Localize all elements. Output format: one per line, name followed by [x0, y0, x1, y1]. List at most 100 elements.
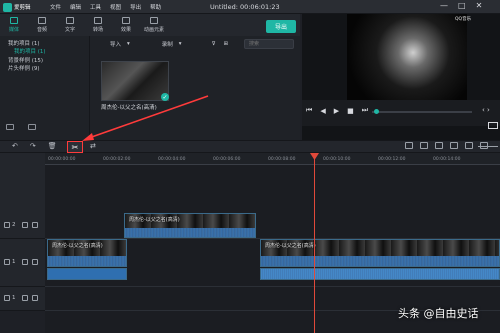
tab-media[interactable]: 媒体: [0, 14, 28, 36]
window-controls: — □ ✕: [440, 1, 482, 11]
speaker-icon[interactable]: [32, 295, 38, 301]
zoom-slider[interactable]: [478, 146, 498, 147]
search-field[interactable]: [244, 39, 294, 49]
eye-icon[interactable]: [32, 222, 38, 228]
menu-view[interactable]: 视图: [110, 3, 121, 11]
sidebar-item-my-project-sub[interactable]: 我的项目 (1): [14, 47, 46, 55]
tab-effects[interactable]: 效果: [112, 14, 140, 36]
preview-scrubber[interactable]: [372, 111, 472, 113]
voiceover-icon[interactable]: [435, 142, 443, 149]
tab-label: 转场: [92, 27, 103, 33]
adjust-icon[interactable]: ⇄: [90, 142, 96, 150]
playback-controls: ⏮ ◀ ▶ ■ ⏭: [306, 106, 368, 115]
close-icon[interactable]: ✕: [476, 1, 483, 11]
track-lane-video-2[interactable]: [45, 213, 500, 239]
stop-icon[interactable]: ■: [347, 107, 354, 115]
record-dropdown[interactable]: 录制: [162, 40, 173, 48]
app-logo: 爱剪辑: [3, 2, 39, 12]
sidebar-item-my-project[interactable]: 我的项目 (1): [8, 39, 40, 47]
clip-title: 周杰伦-以父之名(高清): [52, 243, 103, 249]
shield-icon[interactable]: [405, 142, 413, 149]
split-button[interactable]: ✂: [67, 141, 83, 153]
scrubber-handle[interactable]: [374, 109, 379, 114]
ruler-tick: 00:00:08:00: [268, 157, 296, 162]
ruler-tick: 00:00:10:00: [323, 157, 351, 162]
playhead-line[interactable]: [314, 156, 315, 333]
folder-icon[interactable]: [28, 124, 36, 130]
sidebar-item-intros[interactable]: 片头样例 (9): [8, 64, 40, 72]
tab-elements[interactable]: 动画元素: [140, 14, 168, 36]
track-number: 1: [12, 295, 16, 301]
step-back-icon[interactable]: ◀: [320, 107, 325, 115]
import-dropdown[interactable]: 导入: [110, 40, 121, 48]
search-input[interactable]: [245, 40, 293, 48]
eye-icon[interactable]: [32, 259, 38, 265]
lock-icon[interactable]: [22, 222, 28, 228]
menu-bar: 文件 编辑 工具 视图 导出 帮助: [50, 3, 161, 11]
menu-help[interactable]: 帮助: [150, 3, 161, 11]
timeline-tools-left: ↶ ↷ 🗑: [12, 142, 57, 151]
grid-view-icon[interactable]: ⊞: [224, 41, 229, 47]
track-number: 1: [12, 259, 16, 265]
lock-icon[interactable]: [22, 259, 28, 265]
track-number: 2: [12, 222, 16, 228]
video-track-icon: [4, 222, 10, 228]
track-header-audio-1: 1: [0, 287, 45, 311]
minimize-icon[interactable]: —: [440, 1, 448, 11]
lock-icon[interactable]: [22, 295, 28, 301]
elements-icon: [150, 17, 158, 24]
media-clip-thumbnail[interactable]: [101, 61, 169, 101]
monitor-icon[interactable]: [488, 122, 498, 129]
export-button[interactable]: 导出: [266, 20, 296, 33]
redo-icon[interactable]: ↷: [30, 142, 36, 151]
tab-label: 媒体: [8, 27, 19, 33]
media-tabs: 媒体 音频 文字 转场 效果 动画元素: [0, 14, 300, 36]
audio-waveform-clip[interactable]: [260, 268, 500, 280]
tab-audio[interactable]: 音频: [28, 14, 56, 36]
timeline-clip[interactable]: 周杰伦-以父之名(高清): [260, 239, 500, 267]
tab-label: 动画元素: [143, 27, 164, 33]
menu-export[interactable]: 导出: [130, 3, 141, 11]
ruler-tick: 00:00:04:00: [158, 157, 186, 162]
sidebar-item-backgrounds[interactable]: 背景样例 (15): [8, 56, 43, 64]
ruler-tick: 00:00:06:00: [213, 157, 241, 162]
play-icon[interactable]: ▶: [334, 107, 339, 115]
clip-waveform: [125, 227, 255, 237]
add-folder-icon[interactable]: [6, 124, 14, 130]
menu-edit[interactable]: 编辑: [70, 3, 81, 11]
caption-icon[interactable]: [465, 142, 473, 149]
delete-icon[interactable]: 🗑: [48, 142, 57, 151]
timeline-clip[interactable]: 周杰伦-以父之名(高清): [47, 239, 127, 267]
effects-icon: [122, 17, 130, 24]
maximize-icon[interactable]: □: [458, 1, 466, 11]
screen-icon[interactable]: [450, 142, 458, 149]
ruler-tick: 00:00:02:00: [103, 157, 131, 162]
ruler-tick: 00:00:12:00: [378, 157, 406, 162]
filter-icon[interactable]: ⊽: [212, 41, 216, 47]
menu-tools[interactable]: 工具: [90, 3, 101, 11]
tab-text[interactable]: 文字: [56, 14, 84, 36]
tab-label: 文字: [64, 27, 75, 33]
chevron-down-icon[interactable]: ▾: [127, 41, 130, 47]
brand-watermark: 头条 @自由史话: [398, 307, 479, 320]
media-clip-label: 周杰伦-以父之名(高清): [101, 105, 157, 111]
track-header-video-1: 1: [0, 239, 45, 287]
clip-title: 周杰伦-以父之名(高清): [129, 217, 180, 223]
clip-waveform: [261, 255, 499, 266]
mic-icon[interactable]: [420, 142, 428, 149]
tab-label: 音频: [36, 27, 47, 33]
timeline-tools-right: [405, 142, 488, 149]
undo-icon[interactable]: ↶: [12, 142, 18, 151]
music-icon: [38, 17, 46, 24]
chevron-down-icon[interactable]: ▾: [179, 41, 182, 47]
skip-back-icon[interactable]: ⏮: [306, 106, 312, 115]
frame-nav-icon[interactable]: ‹ ›: [482, 106, 490, 114]
track-header-video-2: 2: [0, 213, 45, 239]
logo-text: 爱剪辑: [14, 5, 31, 11]
audio-waveform-clip[interactable]: [47, 268, 127, 280]
skip-forward-icon[interactable]: ⏭: [362, 106, 368, 115]
timeline-clip[interactable]: 周杰伦-以父之名(高清): [124, 213, 256, 238]
menu-file[interactable]: 文件: [50, 3, 61, 11]
clip-thumbnail-image: [102, 62, 168, 100]
tab-transition[interactable]: 转场: [84, 14, 112, 36]
